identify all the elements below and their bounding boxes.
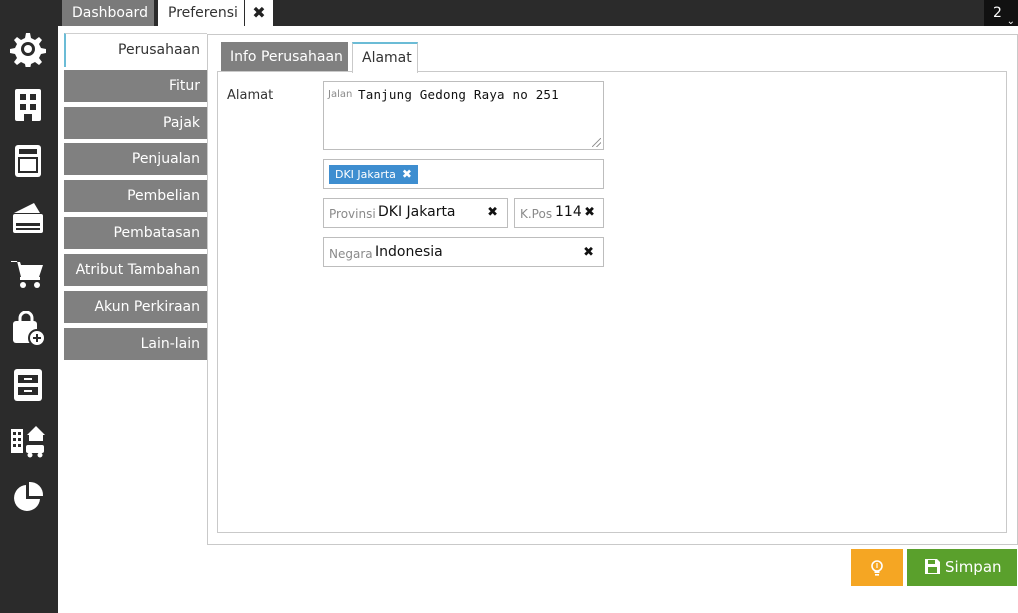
archive-icon[interactable] <box>10 367 46 403</box>
close-tab-icon[interactable]: ✖ <box>245 0 273 26</box>
tab-info-perusahaan[interactable]: Info Perusahaan <box>221 42 348 72</box>
shopping-bag-add-icon[interactable] <box>10 311 46 347</box>
resize-handle-icon[interactable] <box>592 138 601 147</box>
nav-item-pajak[interactable]: Pajak <box>64 107 207 139</box>
country-label: Negara <box>329 247 373 261</box>
ledger-book-icon[interactable] <box>10 143 46 179</box>
street-label: Jalan <box>328 89 353 100</box>
nav-item-atribut-tambahan[interactable]: Atribut Tambahan <box>64 254 207 286</box>
nav-item-perusahaan[interactable]: Perusahaan <box>64 33 207 67</box>
postal-code-value: 114 <box>555 204 582 220</box>
nav-item-pembatasan[interactable]: Pembatasan <box>64 217 207 249</box>
city-icon[interactable] <box>10 423 46 459</box>
floppy-disk-icon <box>925 559 940 574</box>
save-button-label: Simpan <box>945 558 1002 576</box>
nav-item-penjualan[interactable]: Penjualan <box>64 143 207 175</box>
nav-item-lain-lain[interactable]: Lain-lain <box>64 328 207 360</box>
tab-preferensi[interactable]: Preferensi <box>158 0 244 26</box>
pie-chart-icon[interactable] <box>10 479 46 515</box>
top-tab-bar: Dashboard Preferensi ✖ 2 ⌄ <box>58 0 1018 27</box>
clear-province-icon[interactable]: ✖ <box>487 205 498 220</box>
open-tabs-counter[interactable]: 2 ⌄ <box>984 0 1018 27</box>
region-tag: DKI Jakarta ✖ <box>329 165 418 184</box>
building-icon[interactable] <box>10 87 46 123</box>
app-icon-rail <box>0 0 58 613</box>
province-value: DKI Jakarta <box>378 204 456 220</box>
tab-dashboard[interactable]: Dashboard <box>62 0 154 26</box>
remove-tag-icon[interactable]: ✖ <box>402 167 412 181</box>
address-section-label: Alamat <box>227 88 274 103</box>
hint-button[interactable] <box>851 549 903 586</box>
cash-register-icon[interactable] <box>10 199 46 235</box>
postal-code-label: K.Pos <box>520 207 553 221</box>
clear-country-icon[interactable]: ✖ <box>583 245 594 260</box>
street-value: Tanjung Gedong Raya no 251 <box>358 87 559 102</box>
nav-item-akun-perkiraan[interactable]: Akun Perkiraan <box>64 291 207 323</box>
save-button[interactable]: Simpan <box>907 549 1017 586</box>
country-select[interactable]: Negara Indonesia ✖ <box>323 237 604 267</box>
cart-icon[interactable] <box>10 255 46 291</box>
province-select[interactable]: Provinsi DKI Jakarta ✖ <box>323 198 508 228</box>
street-textarea[interactable]: Jalan Tanjung Gedong Raya no 251 <box>323 81 604 150</box>
open-tabs-count: 2 <box>993 5 1002 21</box>
tab-alamat[interactable]: Alamat <box>352 42 418 73</box>
province-label: Provinsi <box>329 207 376 221</box>
settings-gear-icon[interactable] <box>10 31 46 67</box>
region-tag-input[interactable]: DKI Jakarta ✖ <box>323 159 604 189</box>
postal-code-select[interactable]: K.Pos 114 ✖ <box>514 198 604 228</box>
main-content: Perusahaan Fitur Pajak Penjualan Pembeli… <box>58 26 1018 613</box>
region-tag-label: DKI Jakarta <box>335 168 396 181</box>
lightbulb-icon <box>871 559 883 576</box>
country-value: Indonesia <box>375 244 443 260</box>
clear-postal-code-icon[interactable]: ✖ <box>584 205 595 220</box>
nav-item-pembelian[interactable]: Pembelian <box>64 180 207 212</box>
nav-item-fitur[interactable]: Fitur <box>64 70 207 102</box>
